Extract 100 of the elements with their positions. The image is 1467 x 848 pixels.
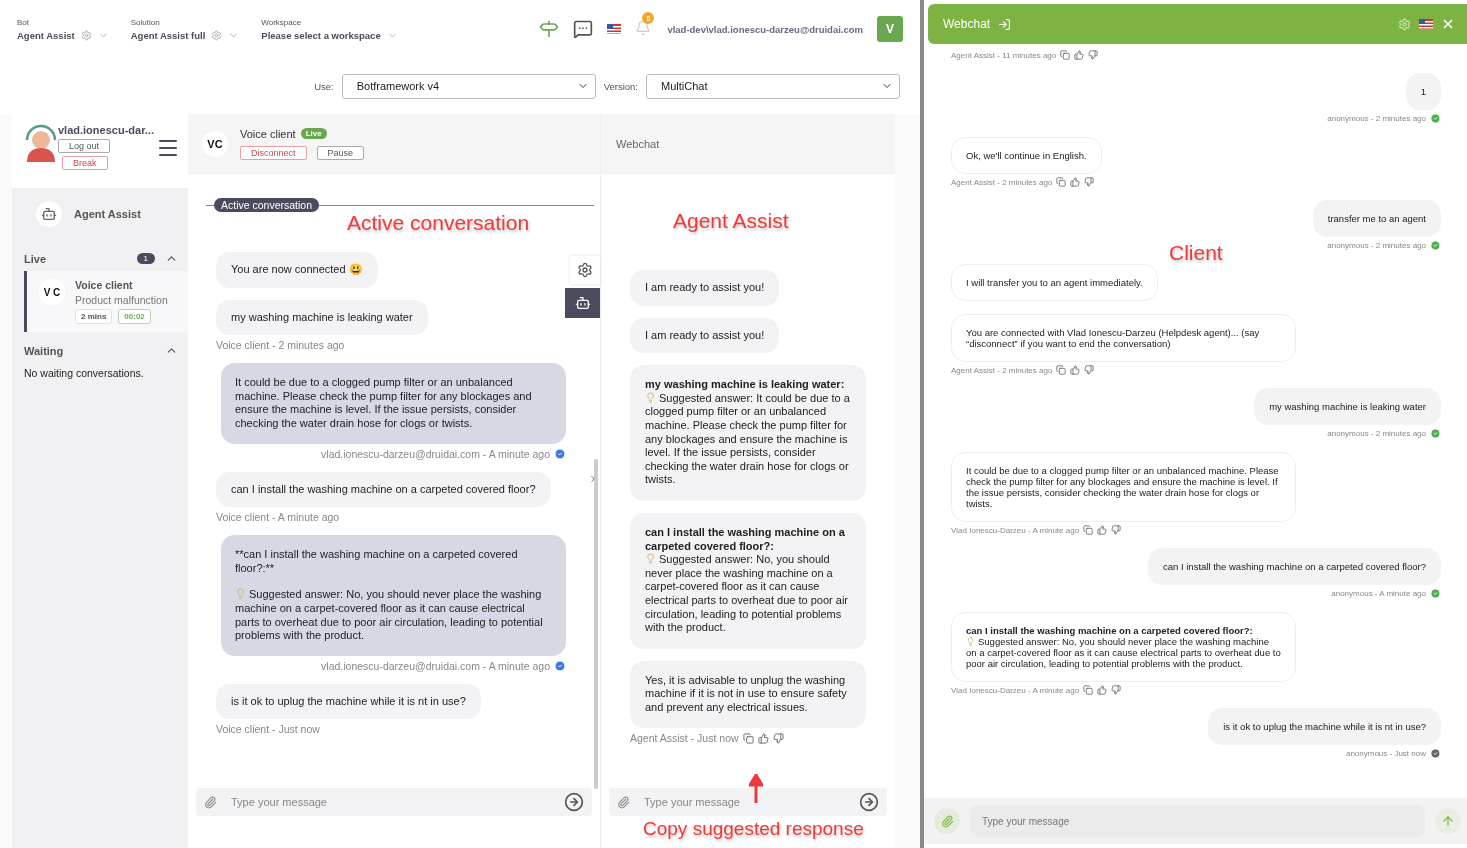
bell-icon[interactable] (635, 20, 652, 36)
thumbs-down-icon[interactable] (1111, 525, 1122, 535)
message-meta: anonymous - 2 minutes ago (1327, 429, 1426, 438)
message-bubble: can I install the washing machine on a carpeted covered floor?: Suggested answer: No, you should never place the washing machine on a carpet-covered floor as it can cause electrical parts to overheat due to poor air circulation, leading to potential problems with the product. (630, 512, 866, 649)
chat-icon[interactable] (573, 19, 594, 39)
message-bubble: It could be due to a clogged pump filter or an unbalanced machine. Please check the pump filter for any blockages and ensure the machine is level. If the issue persists, consider checking the water drain hose for clogs or twists. (221, 363, 566, 444)
login-icon[interactable] (998, 17, 1012, 31)
flag-icon[interactable] (1419, 19, 1433, 29)
lightbulb-icon (966, 637, 975, 646)
webchat-title: Webchat (943, 17, 991, 31)
logout-button[interactable]: Log out (58, 139, 111, 153)
paperclip-icon[interactable] (204, 795, 217, 809)
lightbulb-icon (235, 588, 246, 600)
lightbulb-icon (645, 391, 656, 403)
settings-icon (577, 262, 593, 278)
message-meta: Vlad Ionescu-Darzeu - A minute ago (951, 685, 1080, 695)
flag-icon[interactable] (607, 24, 622, 34)
thumbs-down-icon[interactable] (1084, 365, 1095, 375)
use-label: Use: (314, 80, 334, 92)
agent-name: vlad.ionescu-dar... (58, 124, 154, 136)
status-tag: Live (300, 128, 327, 139)
settings-icon[interactable] (80, 29, 92, 41)
message-meta: Agent Assist - 2 minutes ago (951, 365, 1053, 375)
message-composer[interactable]: Type your message (609, 788, 887, 816)
panel-title: Webchat (616, 137, 660, 150)
selector-value[interactable]: Agent Assist (17, 29, 75, 41)
thumbs-down-icon[interactable] (1084, 177, 1095, 187)
arrow-up-icon (1441, 814, 1455, 828)
section-title: Waiting (24, 344, 65, 357)
check-icon (554, 659, 566, 672)
empty-text: No waiting conversations. (23, 366, 145, 381)
message-composer[interactable]: Type your message (196, 788, 592, 816)
use-select[interactable]: Botframework v4 (341, 73, 596, 99)
message-meta: vlad.ionescu-darzeu@druidai.com - A minute ago (321, 659, 550, 672)
message-bubble: can I install the washing machine on a carpeted covered floor? (216, 471, 551, 508)
expand-button[interactable] (588, 474, 598, 484)
disconnect-button[interactable]: Disconnect (240, 145, 307, 160)
thumbs-down-icon[interactable] (772, 732, 784, 744)
message-bubble: I am ready to assist you! (630, 317, 780, 354)
message-input[interactable]: Type your message (970, 805, 1425, 837)
settings-button[interactable] (570, 256, 600, 284)
bot-name[interactable]: Agent Assist (74, 208, 141, 220)
paperclip-icon[interactable] (617, 795, 630, 809)
copy-icon[interactable] (1056, 177, 1067, 187)
selector-label: Bot (17, 17, 30, 27)
settings-icon[interactable] (1398, 17, 1411, 31)
break-button[interactable]: Break (62, 156, 108, 170)
copy-icon[interactable] (1083, 525, 1094, 535)
message-bubble: my washing machine is leaking water (1254, 388, 1441, 425)
message-bubble: my washing machine is leaking water (216, 299, 428, 336)
thumbs-up-icon[interactable] (757, 732, 769, 744)
signpost-icon[interactable] (539, 19, 560, 39)
copy-icon[interactable] (742, 732, 754, 744)
message-bubble: is it ok to uplug the machine while it is nt in use? (216, 683, 481, 720)
thumbs-down-icon[interactable] (1111, 685, 1122, 695)
annotation-label: Client (1169, 241, 1223, 265)
pause-button[interactable]: Pause (316, 145, 365, 160)
thumbs-up-icon[interactable] (1097, 525, 1108, 535)
close-icon[interactable] (1441, 17, 1455, 31)
message-meta: anonymous - 2 minutes ago (1327, 241, 1426, 250)
lightbulb-icon (645, 553, 656, 565)
message-input[interactable]: Type your message (229, 795, 552, 809)
thumbs-up-icon[interactable] (1097, 685, 1108, 695)
thumbs-up-icon[interactable] (1074, 50, 1085, 60)
bot-button[interactable] (565, 288, 600, 318)
message-bubble: transfer me to an agent (1312, 200, 1441, 237)
section-title: Live (24, 252, 47, 265)
thumbs-down-icon[interactable] (1088, 50, 1099, 60)
message-bubble: I will transfer you to an agent immediately. (951, 264, 1158, 301)
send-icon[interactable] (564, 792, 584, 812)
copy-icon[interactable] (1056, 365, 1067, 375)
initials-avatar: V C (39, 279, 65, 305)
thumbs-up-icon[interactable] (1070, 177, 1081, 187)
thumbs-up-icon[interactable] (1070, 365, 1081, 375)
selector-value[interactable]: Please select a workspace (261, 29, 381, 41)
message-meta: Voice client - 2 minutes ago (216, 339, 345, 352)
message-bubble: can I install the washing machine on a carpeted covered floor? (1148, 548, 1441, 585)
annotation-label: Copy suggested response (643, 818, 864, 840)
message-meta: Agent Assist - Just now (630, 732, 739, 745)
message-bubble: Yes, it is advisable to unplug the washing machine if it is not in use to ensure safety and prevent any electrical issues. (630, 660, 866, 729)
copy-icon[interactable] (1083, 685, 1094, 695)
conversation-item[interactable]: V C Voice client Product malfunction 2 mins 00:02 (24, 271, 188, 332)
version-label: Version: (603, 80, 638, 92)
message-bubble: can I install the washing machine on a carpeted covered floor?: Suggested answer: No, you should never place the washing machine on a carpet-covered floor as it can cause electrical parts to overheat due to poor air circulation, leading to potential problems with the product. (951, 612, 1296, 682)
version-select[interactable]: MultiChat (646, 73, 900, 99)
annotation-label: Agent Assist (673, 209, 789, 233)
robot-icon (574, 295, 591, 311)
message-meta: anonymous - Just now (1345, 749, 1426, 758)
message-meta: Voice client - A minute ago (216, 511, 340, 524)
message-meta: Vlad Ionescu-Darzeu - A minute ago (951, 525, 1080, 535)
selector-value[interactable]: Agent Assist full (130, 29, 206, 41)
copy-icon[interactable] (1060, 50, 1071, 60)
settings-icon[interactable] (211, 29, 223, 41)
send-icon[interactable] (859, 792, 879, 812)
attach-button[interactable] (934, 808, 960, 834)
user-name: vlad-dev\vlad.ionescu-darzeu@druidai.com (667, 23, 863, 35)
divider-label: Active conversation (214, 198, 320, 212)
message-input[interactable]: Type your message (642, 795, 847, 809)
duration-tag: 2 mins (75, 309, 113, 324)
message-bubble: is it ok to uplug the machine while it is nt in use? (1208, 708, 1441, 745)
